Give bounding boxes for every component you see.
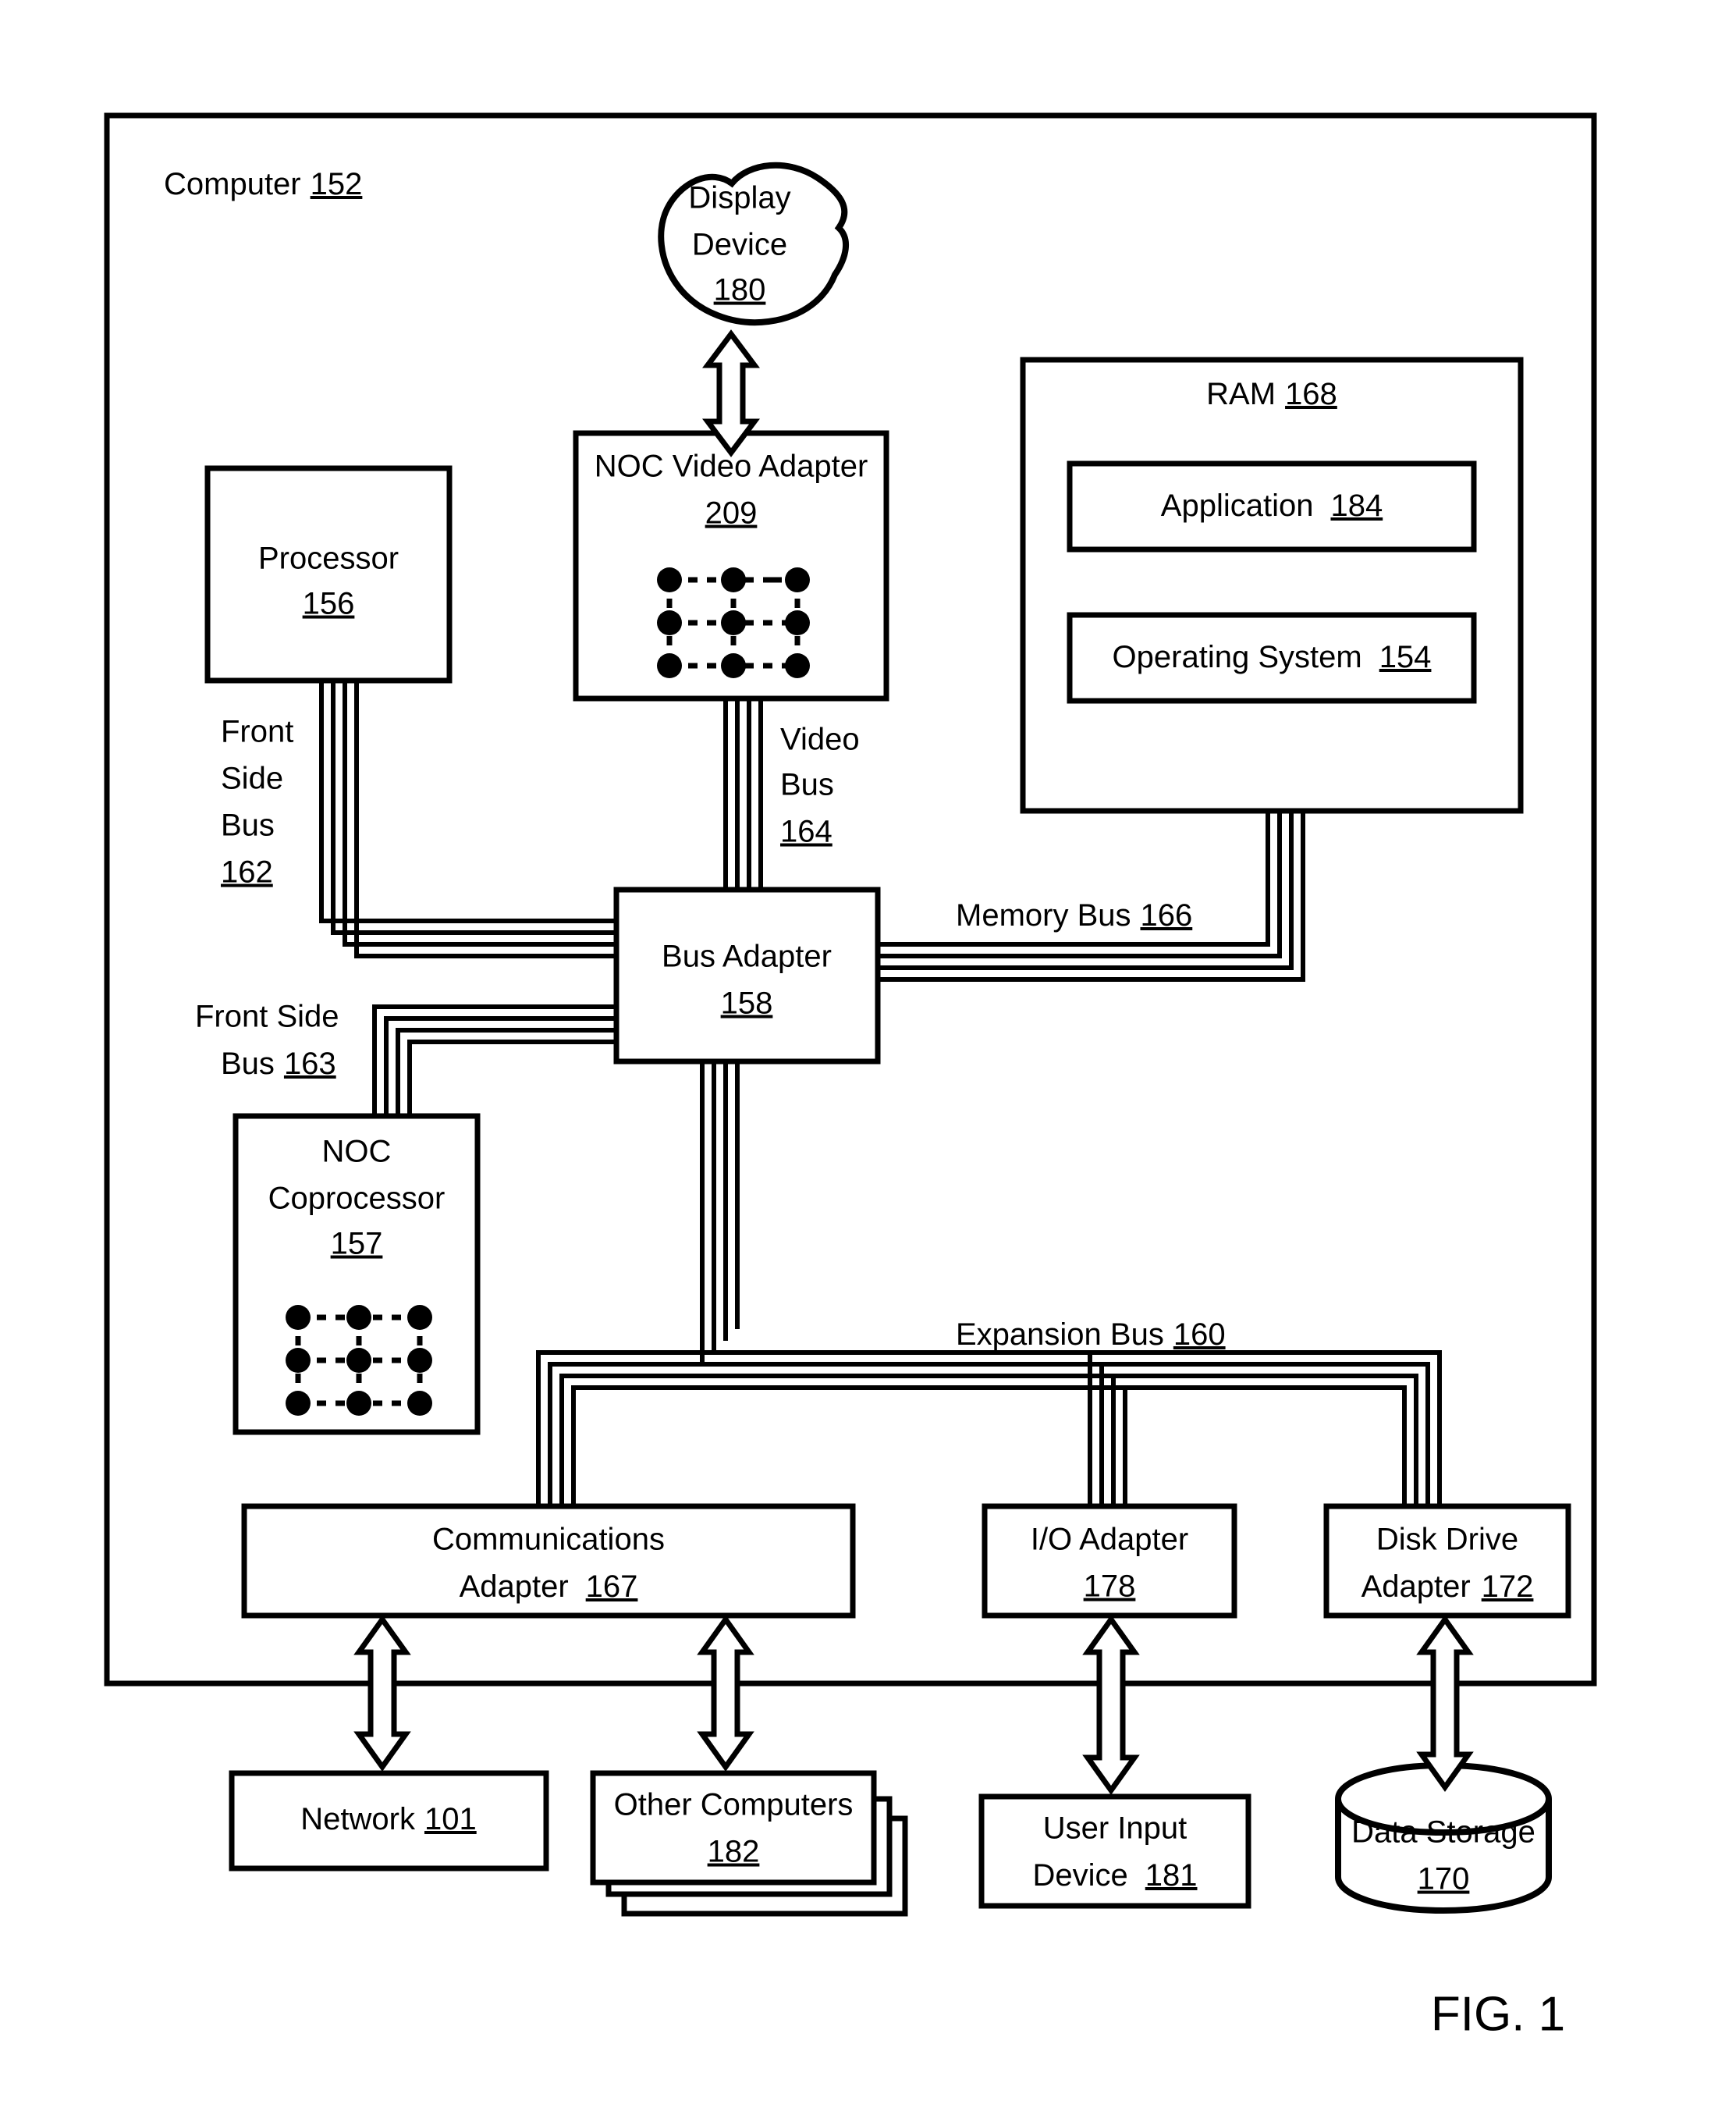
processor-title: Processor — [258, 542, 399, 576]
user-input-device-line2: Device 181 — [1032, 1858, 1197, 1893]
front-side-bus-162-l3: Bus — [221, 809, 275, 843]
communications-adapter-line1: Communications — [432, 1523, 665, 1557]
noc-video-adapter-title: NOC Video Adapter — [595, 450, 868, 484]
user-input-device-line1: User Input — [1043, 1811, 1188, 1846]
front-side-bus-162-l2: Side — [221, 762, 283, 796]
video-bus-164-l1: Video — [780, 723, 860, 757]
application-title: Application 184 — [1161, 489, 1383, 523]
display-device-ref: 180 — [714, 273, 766, 307]
expansion-bus-160-label: Expansion Bus 160 — [956, 1317, 1226, 1352]
front-side-bus-162-l1: Front — [221, 715, 293, 749]
other-computers-title: Other Computers — [614, 1788, 854, 1822]
noc-coprocessor-ref: 157 — [331, 1227, 383, 1261]
front-side-bus-163-label2: Bus 163 — [221, 1047, 336, 1081]
bus-adapter-ref: 158 — [721, 986, 773, 1021]
bus-adapter-title: Bus Adapter — [662, 940, 832, 974]
front-side-bus-162-ref: 162 — [221, 855, 273, 890]
figure-caption: FIG. 1 — [1431, 1987, 1565, 2041]
noc-video-adapter-ref: 209 — [705, 496, 758, 531]
figure-page: Computer 152 Display Device 180 NOC Video… — [0, 0, 1736, 2115]
operating-system-title: Operating System 154 — [1113, 640, 1432, 674]
noc-coprocessor-line2: Coprocessor — [268, 1182, 446, 1216]
computer-label: Computer 152 — [164, 167, 362, 201]
other-computers-ref: 182 — [708, 1835, 760, 1869]
video-bus-164-l2: Bus — [780, 768, 834, 802]
io-adapter-ref: 178 — [1084, 1569, 1136, 1604]
data-storage-ref: 170 — [1418, 1862, 1470, 1896]
memory-bus-166-label: Memory Bus 166 — [956, 898, 1192, 933]
network-title: Network 101 — [300, 1802, 476, 1836]
data-storage-title: Data Storage — [1351, 1815, 1535, 1850]
disk-drive-adapter-line2: Adapter 172 — [1361, 1569, 1534, 1604]
communications-adapter-line2: Adapter 167 — [460, 1569, 638, 1604]
io-adapter-title: I/O Adapter — [1031, 1523, 1188, 1557]
display-device-line1: Display — [688, 181, 790, 215]
front-side-bus-163-l1: Front Side — [195, 1000, 339, 1034]
noc-coprocessor-line1: NOC — [322, 1135, 392, 1169]
ram-title: RAM 168 — [1206, 377, 1337, 411]
diagram-text-layer: Computer 152 Display Device 180 NOC Video… — [164, 167, 1565, 2042]
processor-ref: 156 — [303, 587, 355, 621]
display-device-line2: Device — [692, 228, 787, 262]
video-bus-164-ref: 164 — [780, 815, 832, 849]
disk-drive-adapter-line1: Disk Drive — [1376, 1523, 1518, 1557]
